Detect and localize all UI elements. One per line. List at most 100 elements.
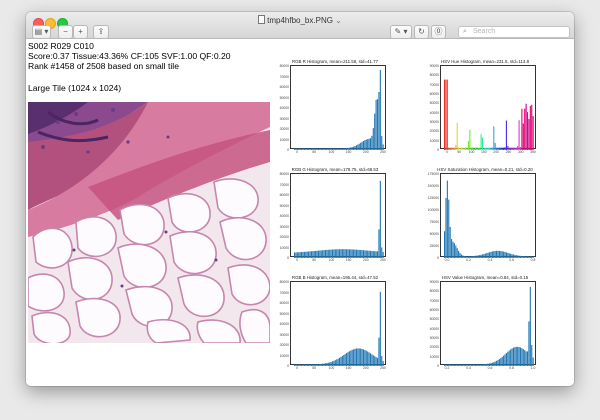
hist-rgb-r-bar [302, 148, 304, 150]
hist-rgb-r-bar [351, 147, 353, 150]
hist-hsv-hue-bar [501, 147, 503, 150]
hist-rgb-r-ytick: 20000 [279, 127, 289, 131]
hist-hsv-saturation-bar [498, 250, 500, 258]
hist-rgb-r-bar [375, 99, 377, 150]
hist-hsv-saturation-ytick: 150000 [427, 184, 439, 188]
annotate-button[interactable]: ⓪ [431, 25, 446, 39]
hist-hsv-saturation-bar [453, 243, 455, 258]
hist-rgb-g-bar [336, 249, 338, 258]
hist-rgb-b-bar [362, 349, 365, 366]
hist-rgb-g-bar [374, 251, 376, 258]
hist-rgb-g-bar [337, 249, 339, 258]
rotate-button[interactable]: ↻ [414, 25, 429, 39]
hist-hsv-saturation-xtick: 0.2 [466, 258, 471, 262]
hist-rgb-g-bar [360, 249, 362, 258]
share-button[interactable]: ⇪ [93, 25, 109, 39]
hist-hsv-saturation-bar [448, 199, 450, 258]
hist-rgb-r-ytick: 40000 [279, 106, 289, 110]
hist-hsv-saturation-bar [445, 197, 447, 258]
hist-hsv-value-ytick: 90000 [429, 280, 439, 284]
search-field[interactable]: ⌕ Search [458, 26, 570, 38]
zoom-out-icon: − [63, 27, 68, 36]
hist-rgb-r-ytick: 70000 [279, 74, 289, 79]
hist-hsv-hue-xtick: 350 [530, 150, 536, 154]
hist-rgb-r-bar [341, 148, 343, 150]
hist-rgb-g-bar [306, 251, 308, 258]
hist-hsv-value-bar [529, 286, 531, 366]
hist-hsv-saturation-bar [522, 256, 524, 258]
hist-hsv-value-bar [525, 351, 527, 366]
hist-rgb-b-bar [316, 364, 318, 366]
hist-hsv-hue-bar [463, 147, 465, 150]
hist-rgb-g-bar [369, 250, 372, 258]
hist-hsv-saturation-bar [476, 255, 478, 258]
hist-hsv-saturation-bar [518, 255, 520, 258]
hist-rgb-b-bar [361, 348, 363, 366]
hist-rgb-r-bar [355, 145, 357, 150]
hist-rgb-r-bar [317, 148, 320, 150]
hist-rgb-g-bar [301, 252, 303, 258]
hist-rgb-r-bar [299, 148, 301, 150]
hist-hsv-value-xtick: 0.8 [509, 366, 514, 370]
hist-rgb-g-bar [355, 249, 357, 258]
hist-hsv-saturation-bar [481, 254, 484, 258]
hist-hsv-value-bar [477, 364, 479, 366]
hist-hsv-value-ytick: 30000 [429, 336, 439, 340]
hist-hsv-value-bar [518, 347, 520, 366]
hist-hsv-saturation-ytick: 175000 [427, 172, 439, 176]
hist-hsv-value-bar [497, 360, 499, 366]
zoom-in-button[interactable]: + [73, 25, 88, 39]
hist-rgb-g-bar [324, 250, 327, 258]
markup-button[interactable]: ✎ ▾ [390, 25, 412, 39]
hist-rgb-r-xtick: 150 [345, 150, 352, 154]
hist-hsv-hue-ytick: 40000 [429, 110, 439, 115]
hist-rgb-g-bar [308, 251, 310, 258]
hist-hsv-value-bar [484, 364, 486, 366]
hist-rgb-g-bar [381, 247, 383, 258]
hist-rgb-g-bar [362, 250, 365, 258]
hist-rgb-r-axes: 0 10000 20000 30000 40000 50000 60000 70000 8000… [280, 64, 386, 154]
hist-rgb-r-bar [303, 148, 305, 150]
hist-hsv-value-ytick: 70000 [429, 298, 439, 303]
hist-rgb-g-ytick: 0 [287, 256, 289, 260]
hist-rgb-g: RGB G Histogram, mean=178.75, std=68.53 … [276, 167, 394, 269]
hist-rgb-r-bar [339, 148, 341, 150]
hist-hsv-value-axes: 0 10000 20000 30000 40000 50000 60000 70000 8000… [430, 280, 536, 370]
hist-rgb-b-bar [348, 351, 350, 366]
image-canvas: S002 R029 C010 Score:0.37 Tissue:43.36% … [26, 39, 574, 386]
window-title[interactable]: tmp4hfbo_bx.PNG ⌄ [26, 15, 574, 25]
hist-hsv-value-bar [524, 350, 526, 366]
hist-rgb-b-bar [299, 364, 301, 366]
hist-rgb-r-bar [305, 148, 307, 150]
hist-rgb-g-bar [298, 252, 300, 258]
hist-rgb-r-bar [324, 148, 327, 150]
hist-rgb-b: RGB B Histogram, mean=195.44, std=47.52 … [276, 275, 394, 377]
hist-hsv-saturation-ytick: 50000 [429, 232, 439, 236]
hist-hsv-saturation-bar [456, 248, 458, 258]
sidebar-toggle-button[interactable]: ▤ ▾ [32, 25, 51, 39]
hist-rgb-b-bar [337, 358, 339, 366]
hist-hsv-value-xtick: 1.0 [530, 366, 536, 370]
hist-hsv-hue-bar [446, 79, 448, 150]
hist-hsv-hue-bar [480, 134, 482, 150]
hist-hsv-saturation-bar [514, 254, 516, 258]
hist-hsv-saturation-bar [444, 231, 446, 258]
hist-hsv-value-bar [503, 355, 505, 366]
hist-rgb-g-bar [330, 249, 332, 258]
hist-rgb-g-bar [310, 251, 312, 258]
hist-rgb-r-bar [337, 148, 339, 150]
hist-hsv-saturation-bar [500, 251, 502, 258]
hist-rgb-r-bar [369, 138, 372, 150]
hist-hsv-hue-ytick: 20000 [429, 129, 439, 134]
tissue-tile-graphic [28, 102, 270, 343]
hist-hsv-saturation-ytick: 100000 [427, 208, 439, 212]
hist-rgb-g-bar [309, 251, 311, 258]
hist-hsv-hue-bar [522, 123, 524, 150]
hist-rgb-g-bar [319, 250, 321, 258]
hist-rgb-b-bar [346, 353, 348, 366]
hist-hsv-hue-bar [503, 147, 505, 150]
hist-hsv-saturation-bars [444, 180, 534, 258]
hist-rgb-g-axes: 0 10000 20000 30000 40000 50000 60000 70000 8000… [280, 172, 386, 262]
hist-rgb-g-bar [302, 251, 304, 258]
zoom-out-button[interactable]: − [58, 25, 73, 39]
